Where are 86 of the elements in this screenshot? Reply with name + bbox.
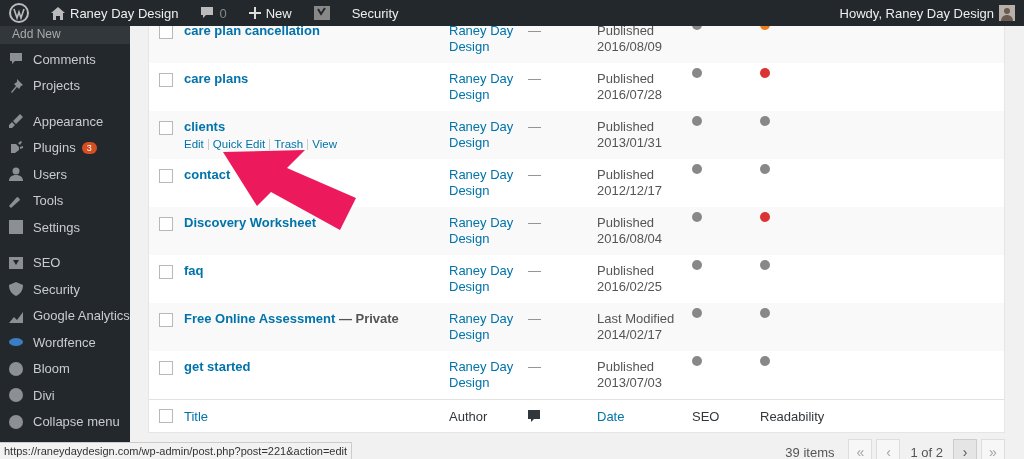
author-link[interactable]: Raney Day Design	[449, 23, 521, 63]
user-icon	[8, 166, 24, 183]
update-count-badge: 3	[81, 141, 97, 154]
comment-icon	[200, 6, 215, 20]
author-link[interactable]: Raney Day Design	[449, 119, 521, 159]
next-page-button[interactable]: ›	[953, 439, 977, 459]
date-cell-text: Published 2012/12/17	[597, 167, 664, 200]
seo-plugin-icon[interactable]	[313, 5, 330, 21]
comment-count: —	[528, 263, 542, 280]
sidebar-item[interactable]: Bloom	[33, 361, 70, 377]
greeting-link[interactable]: Howdy, Raney Day Design	[839, 5, 994, 21]
home-icon	[51, 6, 65, 20]
author-link[interactable]: Raney Day Design	[449, 215, 521, 255]
circle-icon	[8, 360, 24, 377]
page-title-link[interactable]: care plans	[184, 71, 249, 86]
post-state: — Private	[338, 311, 399, 326]
row-action-link[interactable]: Edit	[184, 139, 208, 150]
comment-count: —	[528, 311, 542, 328]
item-count: 39 items	[785, 444, 835, 459]
page-title-link[interactable]: get started	[184, 359, 251, 374]
page-title-link[interactable]: clients	[184, 119, 226, 134]
page-title-link[interactable]: Free Online Assessment	[184, 311, 336, 326]
page-indicator: 1 of 2	[910, 444, 943, 459]
date-cell-text: Published 2013/07/03	[597, 359, 664, 392]
title-column-header[interactable]: Title	[184, 408, 449, 424]
link-url-label: https://raneydaydesign.com/wp-admin/post.php?post=221&action=edit	[4, 445, 348, 457]
comment-count: —	[528, 119, 542, 136]
row-action-link[interactable]: View	[307, 139, 341, 150]
date-cell-text: Published 2016/02/25	[597, 263, 664, 296]
select-all-checkbox[interactable]	[159, 409, 173, 423]
row-checkbox[interactable]	[159, 313, 173, 327]
seo-column-header: SEO	[692, 408, 721, 424]
date-cell-text: Published 2016/08/04	[597, 215, 664, 248]
date-cell-text: Published 2016/07/28	[597, 71, 664, 104]
security-link[interactable]: Security	[351, 5, 399, 21]
new-link[interactable]: New	[265, 5, 292, 21]
pin-icon	[8, 77, 24, 94]
comment-icon	[528, 409, 540, 423]
row-checkbox[interactable]	[159, 169, 173, 183]
date-cell-text: Published 2013/01/31	[597, 119, 664, 152]
author-link[interactable]: Raney Day Design	[449, 167, 521, 207]
avatar-icon[interactable]	[999, 5, 1015, 21]
sidebar-item[interactable]: Settings	[33, 219, 80, 235]
row-checkbox[interactable]	[159, 265, 173, 279]
sidebar-item[interactable]: Security	[33, 281, 80, 297]
site-name-link[interactable]: Raney Day Design	[70, 5, 179, 21]
collapse-menu-button[interactable]: Collapse menu	[33, 414, 120, 430]
row-checkbox[interactable]	[159, 73, 173, 87]
page-title-link[interactable]: care plan cancellation	[184, 23, 320, 38]
date-cell-text: Published 2016/08/09	[597, 23, 664, 56]
date-cell-text: Last Modified 2014/02/17	[597, 311, 676, 344]
comment-count[interactable]: 0	[219, 5, 227, 21]
sidebar-item[interactable]: Users	[33, 166, 67, 182]
readability-column-header: Readability	[760, 408, 826, 424]
page-title-link[interactable]: contact	[184, 167, 231, 182]
sidebar-item[interactable]: Appearance	[33, 113, 104, 129]
wordpress-logo-icon[interactable]	[9, 3, 29, 23]
sidebar-item[interactable]: SEO	[33, 255, 61, 271]
page-title-link[interactable]: faq	[184, 263, 204, 278]
circle-icon	[8, 387, 24, 404]
sidebar-item[interactable]: Google Analytics	[33, 308, 130, 324]
brush-icon	[8, 113, 24, 130]
sidebar-item[interactable]: Projects	[33, 78, 80, 94]
submenu-item[interactable]: Add New	[0, 26, 130, 44]
plus-icon	[248, 7, 261, 19]
comment-count: —	[528, 167, 542, 184]
row-checkbox[interactable]	[159, 121, 173, 135]
page-title-link[interactable]: Discovery Worksheet	[184, 215, 316, 230]
comment-count: —	[528, 359, 542, 376]
row-action-link[interactable]: Quick Edit	[207, 139, 270, 150]
date-column-header[interactable]: Date	[597, 408, 692, 424]
sidebar-item[interactable]: Wordfence	[33, 334, 96, 350]
row-checkbox[interactable]	[159, 361, 173, 375]
sidebar-item[interactable]: Comments	[33, 51, 96, 67]
sidebar-item[interactable]: Divi	[33, 387, 55, 403]
row-checkbox[interactable]	[159, 217, 173, 231]
author-link[interactable]: Raney Day Design	[449, 71, 521, 111]
author-column-header: Author	[449, 408, 489, 424]
comment-count: —	[528, 215, 542, 232]
author-link[interactable]: Raney Day Design	[449, 263, 521, 303]
author-link[interactable]: Raney Day Design	[449, 311, 521, 351]
comment-count: —	[528, 23, 542, 40]
sidebar-item[interactable]: Tools	[33, 193, 64, 209]
sidebar-item[interactable]: Plugins	[33, 140, 76, 156]
author-link[interactable]: Raney Day Design	[449, 359, 521, 399]
comment-count: —	[528, 71, 542, 88]
